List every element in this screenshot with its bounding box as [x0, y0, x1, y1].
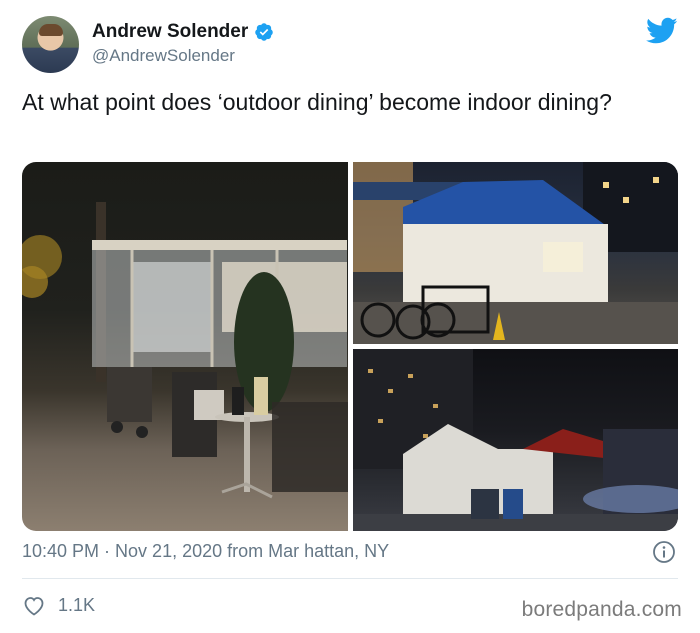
watermark: boredpanda.com — [521, 598, 682, 621]
author-handle[interactable]: @AndrewSolender — [92, 46, 235, 66]
avatar[interactable] — [22, 16, 79, 73]
outdoor-dining-enclosure-photo[interactable] — [22, 162, 348, 531]
author-name[interactable]: Andrew Solender — [92, 21, 248, 43]
night-street-scene — [353, 349, 678, 531]
enclosure-scene — [22, 202, 348, 499]
night-street-tents-photo[interactable] — [353, 349, 678, 531]
like-count: 1.1K — [58, 594, 96, 615]
twitter-bird-icon[interactable] — [646, 17, 678, 45]
tweet-text: At what point does ‘outdoor dining’ beco… — [22, 89, 612, 115]
blue-tent-scene — [353, 162, 678, 344]
tweet-timestamp[interactable]: 10:40 PM · Nov 21, 2020 from Mar hattan,… — [22, 541, 389, 562]
verified-badge-icon — [255, 23, 273, 41]
author-name-row[interactable]: Andrew Solender — [92, 21, 274, 43]
heart-icon[interactable] — [22, 594, 46, 616]
divider — [22, 578, 678, 579]
info-icon[interactable] — [652, 540, 676, 564]
photo-grid — [22, 162, 678, 531]
blue-tent-photo[interactable] — [353, 162, 678, 344]
like-action[interactable]: 1.1K — [22, 594, 95, 616]
